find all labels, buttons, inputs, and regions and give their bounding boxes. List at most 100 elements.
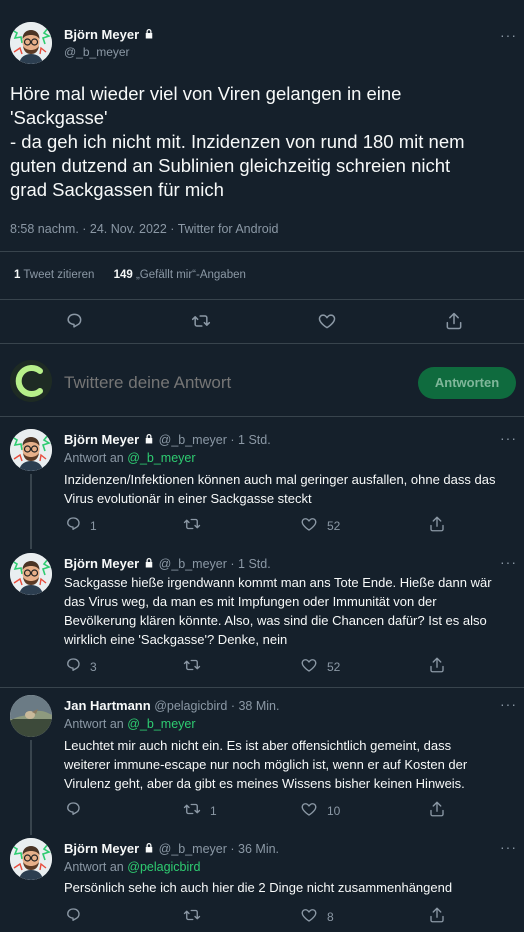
more-icon[interactable]: ··· (500, 430, 517, 446)
avatar[interactable] (10, 838, 52, 880)
retweet-icon[interactable] (183, 906, 201, 924)
reply-time[interactable]: · 1 Std. (230, 433, 270, 447)
more-icon[interactable]: ··· (500, 554, 517, 570)
thread-line (30, 474, 32, 549)
like-count: 149 (113, 269, 133, 281)
tweet-text-line: 'Sackgasse' (10, 107, 108, 128)
divider (0, 687, 524, 688)
lock-icon (143, 28, 155, 40)
reply-text: Inzidenzen/Infektionen können auch mal g… (64, 470, 495, 508)
reply-text-line: Virus evolutionär in einer Sackgasse ste… (64, 491, 312, 506)
divider (0, 299, 524, 300)
author-name[interactable]: Jan Hartmann (64, 698, 151, 713)
reply-time[interactable]: · 38 Min. (231, 699, 280, 713)
reply-text-line: das Virus weg, da man es mit Impfungen o… (64, 594, 437, 609)
reply-to-link[interactable]: @_b_meyer (127, 717, 195, 731)
reply-prefix: Antwort an (64, 451, 124, 465)
reply-icon[interactable] (64, 800, 82, 818)
quote-count: 1 (14, 269, 21, 281)
author-handle[interactable]: @_b_meyer (159, 557, 227, 571)
more-icon[interactable]: ··· (500, 839, 517, 855)
author-handle[interactable]: @_b_meyer (64, 45, 130, 59)
own-avatar[interactable] (10, 360, 52, 402)
reply-prefix: Antwort an (64, 717, 124, 731)
like-count: 52 (327, 660, 341, 674)
reply-icon[interactable] (64, 311, 84, 331)
reply-to-line: Antwort an @_b_meyer (64, 451, 196, 465)
reply-input[interactable] (62, 368, 396, 398)
reply-text-line: Leuchtet mir auch nicht ein. Es ist aber… (64, 738, 452, 753)
author-name[interactable]: Björn Meyer (64, 432, 139, 447)
reply-text-line: Virulenz geht, aber da gibt es meines Wi… (64, 776, 465, 791)
avatar-image (10, 838, 52, 880)
retweet-icon[interactable] (183, 800, 201, 818)
reply-text-line: Persönlich sehe ich auch hier die 2 Ding… (64, 880, 453, 895)
divider (0, 251, 524, 252)
divider (0, 343, 524, 344)
retweet-icon[interactable] (183, 656, 201, 674)
reply-time[interactable]: · 36 Min. (230, 842, 279, 856)
reply-to-link[interactable]: @_b_meyer (127, 451, 195, 465)
tweet-stats: 1 Tweet zitieren 149 „Gefällt mir“-Angab… (14, 269, 246, 281)
avatar-image (10, 695, 52, 737)
author-handle[interactable]: @_b_meyer (159, 842, 227, 856)
avatar-image (10, 429, 52, 471)
divider (0, 416, 524, 417)
share-icon[interactable] (428, 800, 446, 818)
like-count: 10 (327, 804, 341, 818)
more-icon[interactable]: ··· (500, 696, 517, 712)
reply-icon[interactable] (64, 515, 82, 533)
share-icon[interactable] (444, 311, 464, 331)
reply-header: Björn Meyer @_b_meyer · 36 Min. (64, 841, 279, 856)
like-icon[interactable] (300, 906, 318, 924)
tweet-text-line: Höre mal wieder viel von Viren gelangen … (10, 83, 402, 104)
like-icon[interactable] (300, 656, 318, 674)
like-label: „Gefällt mir“-Angaben (135, 269, 246, 281)
reply-header: Björn Meyer @_b_meyer · 1 Std. (64, 432, 271, 447)
reply-icon[interactable] (64, 656, 82, 674)
retweet-icon[interactable] (183, 515, 201, 533)
like-icon[interactable] (300, 800, 318, 818)
share-icon[interactable] (428, 656, 446, 674)
author-name[interactable]: Björn Meyer (64, 556, 139, 571)
like-icon[interactable] (300, 515, 318, 533)
more-icon[interactable]: ··· (500, 27, 517, 43)
reply-to-line: Antwort an @pelagicbird (64, 860, 200, 874)
like-stat[interactable]: 149 „Gefällt mir“-Angaben (114, 269, 246, 281)
avatar-image (10, 22, 52, 64)
like-count: 52 (327, 519, 341, 533)
like-count: 8 (327, 910, 334, 924)
reply-count: 1 (90, 519, 97, 533)
author-name[interactable]: Björn Meyer (64, 841, 139, 856)
share-icon[interactable] (428, 906, 446, 924)
reply-button[interactable]: Antworten (418, 367, 516, 399)
quote-label: Tweet zitieren (23, 269, 95, 281)
like-icon[interactable] (317, 311, 337, 331)
reply-count: 3 (90, 660, 97, 674)
reply-prefix: Antwort an (64, 860, 124, 874)
avatar[interactable] (10, 429, 52, 471)
avatar[interactable] (10, 695, 52, 737)
reply-text-line: Bevölkerung klären könnte. Also, was sin… (64, 613, 487, 628)
own-avatar-image (10, 360, 52, 402)
author-name: Björn Meyer (64, 27, 140, 42)
reply-text: Sackgasse hieße irgendwann kommt man ans… (64, 573, 492, 649)
reply-header: Jan Hartmann @pelagicbird · 38 Min. (64, 698, 279, 713)
quote-stat[interactable]: 1 Tweet zitieren (14, 269, 94, 281)
reply-time[interactable]: · 1 Std. (230, 557, 270, 571)
lock-icon (143, 433, 155, 445)
avatar[interactable] (10, 22, 52, 64)
retweet-count: 1 (210, 804, 217, 818)
author-name-row[interactable]: Björn Meyer (64, 27, 155, 42)
tweet-timestamp[interactable]: 8:58 nachm. · 24. Nov. 2022 · Twitter fo… (10, 222, 278, 236)
avatar[interactable] (10, 553, 52, 595)
reply-to-line: Antwort an @_b_meyer (64, 717, 196, 731)
reply-icon[interactable] (64, 906, 82, 924)
retweet-icon[interactable] (191, 311, 211, 331)
share-icon[interactable] (428, 515, 446, 533)
author-handle[interactable]: @_b_meyer (159, 433, 227, 447)
lock-icon (143, 842, 155, 854)
reply-to-link[interactable]: @pelagicbird (127, 860, 200, 874)
reply-header: Björn Meyer @_b_meyer · 1 Std. (64, 556, 271, 571)
author-handle[interactable]: @pelagicbird (154, 699, 227, 713)
